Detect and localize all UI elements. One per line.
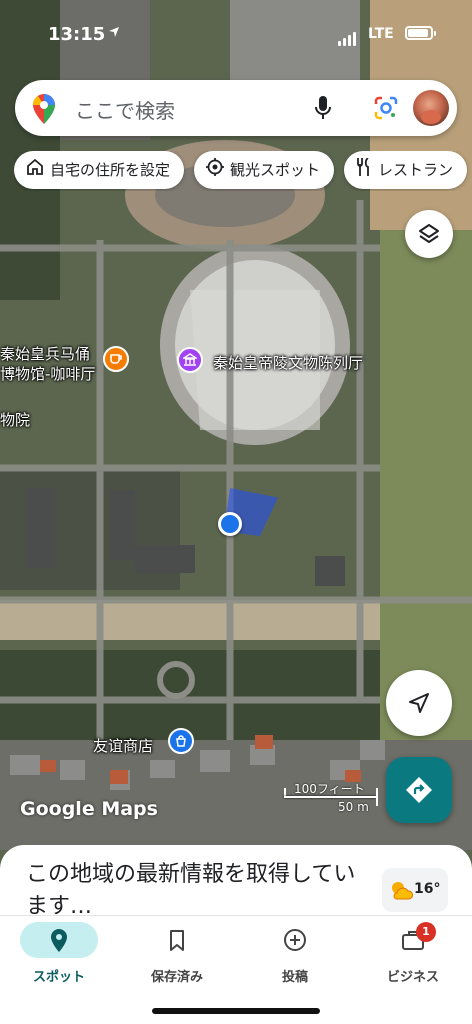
category-chips: 自宅の住所を設定 観光スポット レストラン [14,151,472,191]
microphone-icon[interactable] [315,96,331,124]
google-maps-watermark: Google Maps [20,798,158,820]
layers-button[interactable] [405,210,453,258]
explore-pin-icon [51,929,67,952]
avatar[interactable] [413,90,449,126]
bookmark-icon [170,930,184,951]
layers-icon [419,224,439,243]
google-lens-icon[interactable] [373,95,399,125]
scale-imperial: 100フィート [294,782,365,796]
home-indicator [152,1008,320,1014]
network-type: LTE [368,26,394,42]
restaurant-icon [356,157,372,180]
poi-label-museum[interactable]: 秦始皇帝陵文物陈列厅 [213,352,363,373]
tab-explore[interactable]: スポット [0,916,118,996]
add-circle-icon [284,929,306,951]
signal-icon [338,27,358,46]
location-arrow-icon [108,26,120,42]
google-maps-pin-icon [33,94,55,128]
cafe-icon[interactable] [103,346,129,372]
sheet-title: この地域の最新情報を取得しています… [26,862,356,919]
poi-label-shop[interactable]: 友谊商店 [93,735,153,756]
weather-chip[interactable]: 16° [382,868,448,912]
tab-saved[interactable]: 保存済み [118,916,236,996]
poi-label-cafe[interactable]: 秦始皇兵马俑 博物馆-咖啡厅 [0,344,95,384]
shopping-icon[interactable] [168,728,194,754]
navigation-arrow-icon [409,693,429,713]
my-location-dot [218,512,242,536]
directions-button[interactable] [386,757,452,823]
home-icon [26,158,44,180]
museum-icon[interactable] [177,347,203,373]
search-bar[interactable]: ここで検索 [15,80,457,136]
tab-business[interactable]: 1 ビジネス [354,916,472,996]
search-input[interactable]: ここで検索 [75,95,175,124]
notification-badge: 1 [416,922,436,942]
map-scale: 100フィート 50 m [280,778,380,818]
status-bar: 13:15 LTE [0,0,472,70]
battery-icon [405,26,436,40]
tab-contribute[interactable]: 投稿 [236,916,354,996]
status-time: 13:15 [48,24,106,45]
my-location-button[interactable] [386,670,452,736]
scale-metric: 50 m [338,800,369,814]
chip-restaurants[interactable]: レストラン [344,151,468,189]
sun-cloud-icon [392,882,413,900]
chip-home[interactable]: 自宅の住所を設定 [14,151,185,189]
poi-label-partial: 物院 [0,411,31,429]
chip-attractions[interactable]: 観光スポット [194,151,335,189]
directions-icon [406,777,432,803]
attraction-icon [206,158,225,180]
weather-temp: 16° [414,881,441,897]
